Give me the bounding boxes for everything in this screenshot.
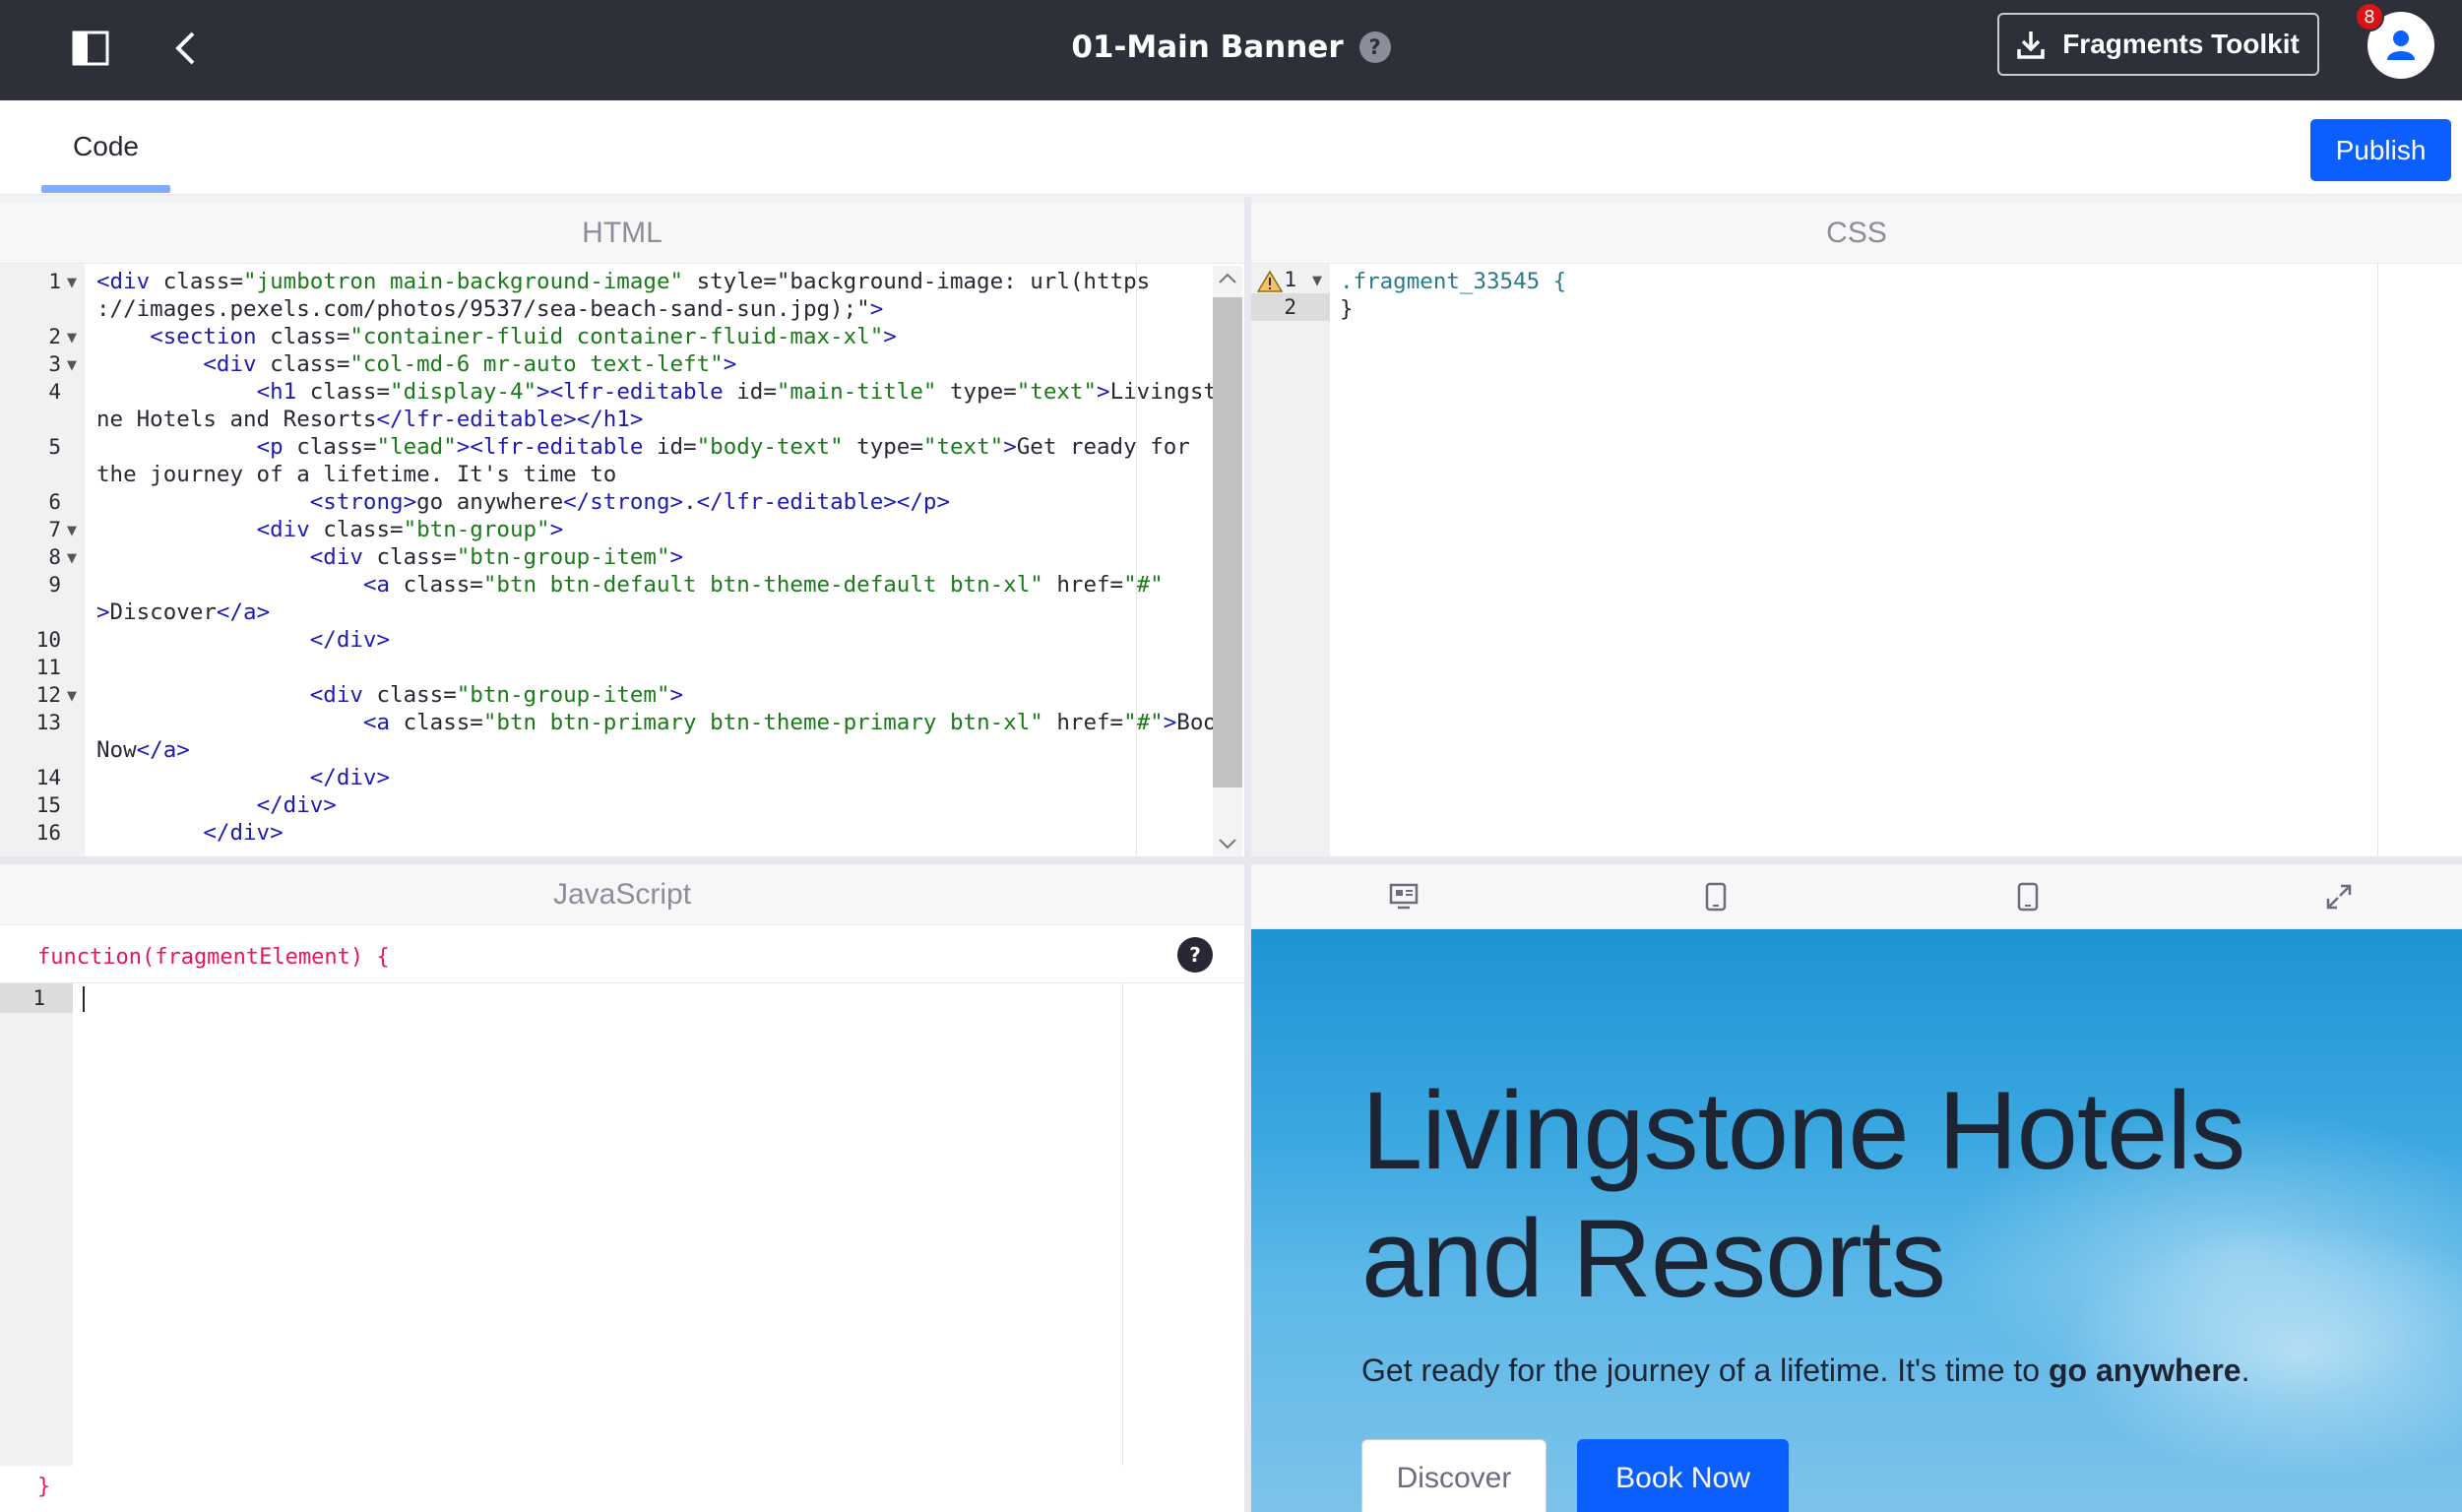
vertical-splitter[interactable] (1244, 197, 1251, 1512)
html-code-line[interactable]: ://images.pexels.com/photos/9537/sea-bea… (96, 295, 883, 323)
discover-button[interactable]: Discover (1361, 1439, 1547, 1512)
text-cursor (83, 986, 85, 1012)
html-code-line[interactable]: >Discover</a> (96, 598, 270, 626)
page-title: 01-Main Banner (1071, 30, 1344, 65)
print-margin (2377, 264, 2378, 856)
css-code-line[interactable]: .fragment_33545 { (1340, 268, 1566, 295)
html-line-number: 15 (35, 793, 61, 817)
html-line-number: 10 (35, 628, 61, 652)
mobile-view-icon[interactable] (2013, 882, 2043, 912)
html-line-number: 8 (48, 545, 61, 569)
html-line-number: 14 (35, 766, 61, 789)
css-panel-header: CSS (1251, 203, 2462, 264)
html-code-line[interactable]: </div> (96, 626, 390, 654)
html-line-number: 9 (48, 573, 61, 597)
js-function-header: function(fragmentElement) { (37, 945, 390, 970)
html-code-line[interactable]: <p class="lead"><lfr-editable id="body-t… (96, 433, 1190, 461)
divider (0, 195, 2462, 203)
print-margin (1136, 264, 1137, 856)
html-line-number: 6 (48, 490, 61, 514)
preview-hero-banner: Livingstone Hotels and Resorts Get ready… (1251, 929, 2462, 1512)
html-line-number: 12 (35, 683, 61, 707)
divider (0, 982, 1244, 983)
html-code-line[interactable]: </div> (96, 791, 337, 819)
tab-bar: Code (0, 100, 2462, 195)
fold-arrow-icon[interactable]: ▼ (67, 689, 77, 704)
css-gutter (1251, 264, 1330, 856)
html-code-line[interactable]: <strong>go anywhere</strong>.</lfr-edita… (96, 488, 950, 516)
fold-arrow-icon[interactable]: ▼ (67, 524, 77, 538)
html-code-line[interactable]: <section class="container-fluid containe… (96, 323, 897, 350)
html-scrollbar-thumb[interactable] (1213, 297, 1242, 788)
html-code-line[interactable]: <a class="btn btn-default btn-theme-defa… (96, 571, 1164, 598)
fragments-toolkit-button[interactable]: Fragments Toolkit (1997, 13, 2319, 76)
html-code-line[interactable]: <div class="btn-group"> (96, 516, 564, 543)
publish-button[interactable]: Publish (2310, 119, 2451, 181)
css-line-number: 2 (1284, 295, 1296, 319)
user-icon (2387, 31, 2415, 60)
html-line-number: 13 (35, 711, 61, 734)
html-editor-panel: HTML <div class="jumbotron main-backgrou… (0, 203, 1244, 856)
js-function-footer: } (37, 1475, 51, 1499)
help-icon[interactable]: ? (1358, 32, 1391, 63)
tablet-view-icon[interactable] (1701, 882, 1731, 912)
html-code-line[interactable]: ne Hotels and Resorts</lfr-editable></h1… (96, 406, 643, 433)
html-line-number: 7 (48, 518, 61, 541)
html-line-number: 5 (48, 435, 61, 459)
html-panel-header: HTML (0, 203, 1244, 264)
html-line-number: 1 (48, 270, 61, 293)
html-code-line[interactable]: <div class="btn-group-item"> (96, 543, 683, 571)
javascript-editor-panel: JavaScript function(fragmentElement) { ?… (0, 864, 1244, 1512)
top-navigation-bar: 01-Main Banner ? Fragments Toolkit 8 (0, 0, 2462, 100)
hero-lead-text: Get ready for the journey of a lifetime.… (1361, 1353, 2249, 1389)
js-panel-header: JavaScript (0, 864, 1244, 925)
html-line-number: 11 (35, 656, 61, 679)
html-code-line[interactable]: <div class="col-md-6 mr-auto text-left"> (96, 350, 736, 378)
book-now-button[interactable]: Book Now (1577, 1439, 1789, 1512)
fold-arrow-icon[interactable]: ▼ (67, 551, 77, 566)
preview-toolbar (1251, 864, 2462, 929)
js-line-number: 1 (32, 986, 45, 1010)
css-line-number: 1 (1284, 268, 1296, 291)
fold-arrow-icon[interactable]: ▼ (67, 358, 77, 373)
scroll-down-icon[interactable] (1217, 837, 1238, 850)
html-code-line[interactable]: Now</a> (96, 736, 190, 764)
lead-text: Get ready for the journey of a lifetime.… (1361, 1353, 2049, 1388)
fold-arrow-icon[interactable]: ▼ (1312, 274, 1322, 288)
html-code-line[interactable]: </div> (96, 764, 390, 791)
html-code-line[interactable]: the journey of a lifetime. It's time to (96, 461, 616, 488)
preview-panel: Livingstone Hotels and Resorts Get ready… (1251, 864, 2462, 1512)
js-gutter (0, 983, 73, 1466)
fold-arrow-icon[interactable]: ▼ (67, 331, 77, 346)
hero-title: Livingstone Hotels and Resorts (1361, 1069, 2245, 1320)
fold-arrow-icon[interactable]: ▼ (67, 276, 77, 290)
html-line-number: 3 (48, 352, 61, 376)
lead-suffix: . (2241, 1353, 2250, 1388)
notification-count-badge: 8 (2355, 2, 2384, 32)
print-margin (1122, 983, 1123, 1466)
html-code-line[interactable]: <h1 class="display-4"><lfr-editable id="… (96, 378, 1213, 406)
html-line-number: 4 (48, 380, 61, 404)
html-code-line[interactable]: </div> (96, 819, 283, 847)
html-code-line[interactable]: <div class="jumbotron main-background-im… (96, 268, 1150, 295)
active-tab-indicator (41, 185, 170, 193)
download-icon (2017, 32, 2045, 59)
tab-code[interactable]: Code (41, 100, 170, 193)
css-editor-panel: CSS 1 ▼ 2 .fragment_33545 { } (1251, 203, 2462, 856)
html-code-line[interactable]: <div class="btn-group-item"> (96, 681, 683, 709)
scroll-up-icon[interactable] (1217, 272, 1238, 285)
html-line-number: 2 (48, 325, 61, 348)
desktop-view-icon[interactable] (1389, 882, 1419, 912)
lead-strong-text: go anywhere (2048, 1353, 2241, 1388)
help-icon[interactable]: ? (1177, 937, 1213, 973)
html-code-line[interactable]: <a class="btn btn-primary btn-theme-prim… (96, 709, 1213, 736)
fragments-toolkit-label: Fragments Toolkit (2062, 29, 2300, 59)
horizontal-splitter[interactable] (0, 856, 2462, 864)
html-line-number: 16 (35, 821, 61, 845)
css-code-line[interactable]: } (1340, 295, 1354, 323)
html-code-area[interactable]: <div class="jumbotron main-background-im… (0, 264, 1213, 856)
expand-icon[interactable] (2324, 882, 2354, 912)
